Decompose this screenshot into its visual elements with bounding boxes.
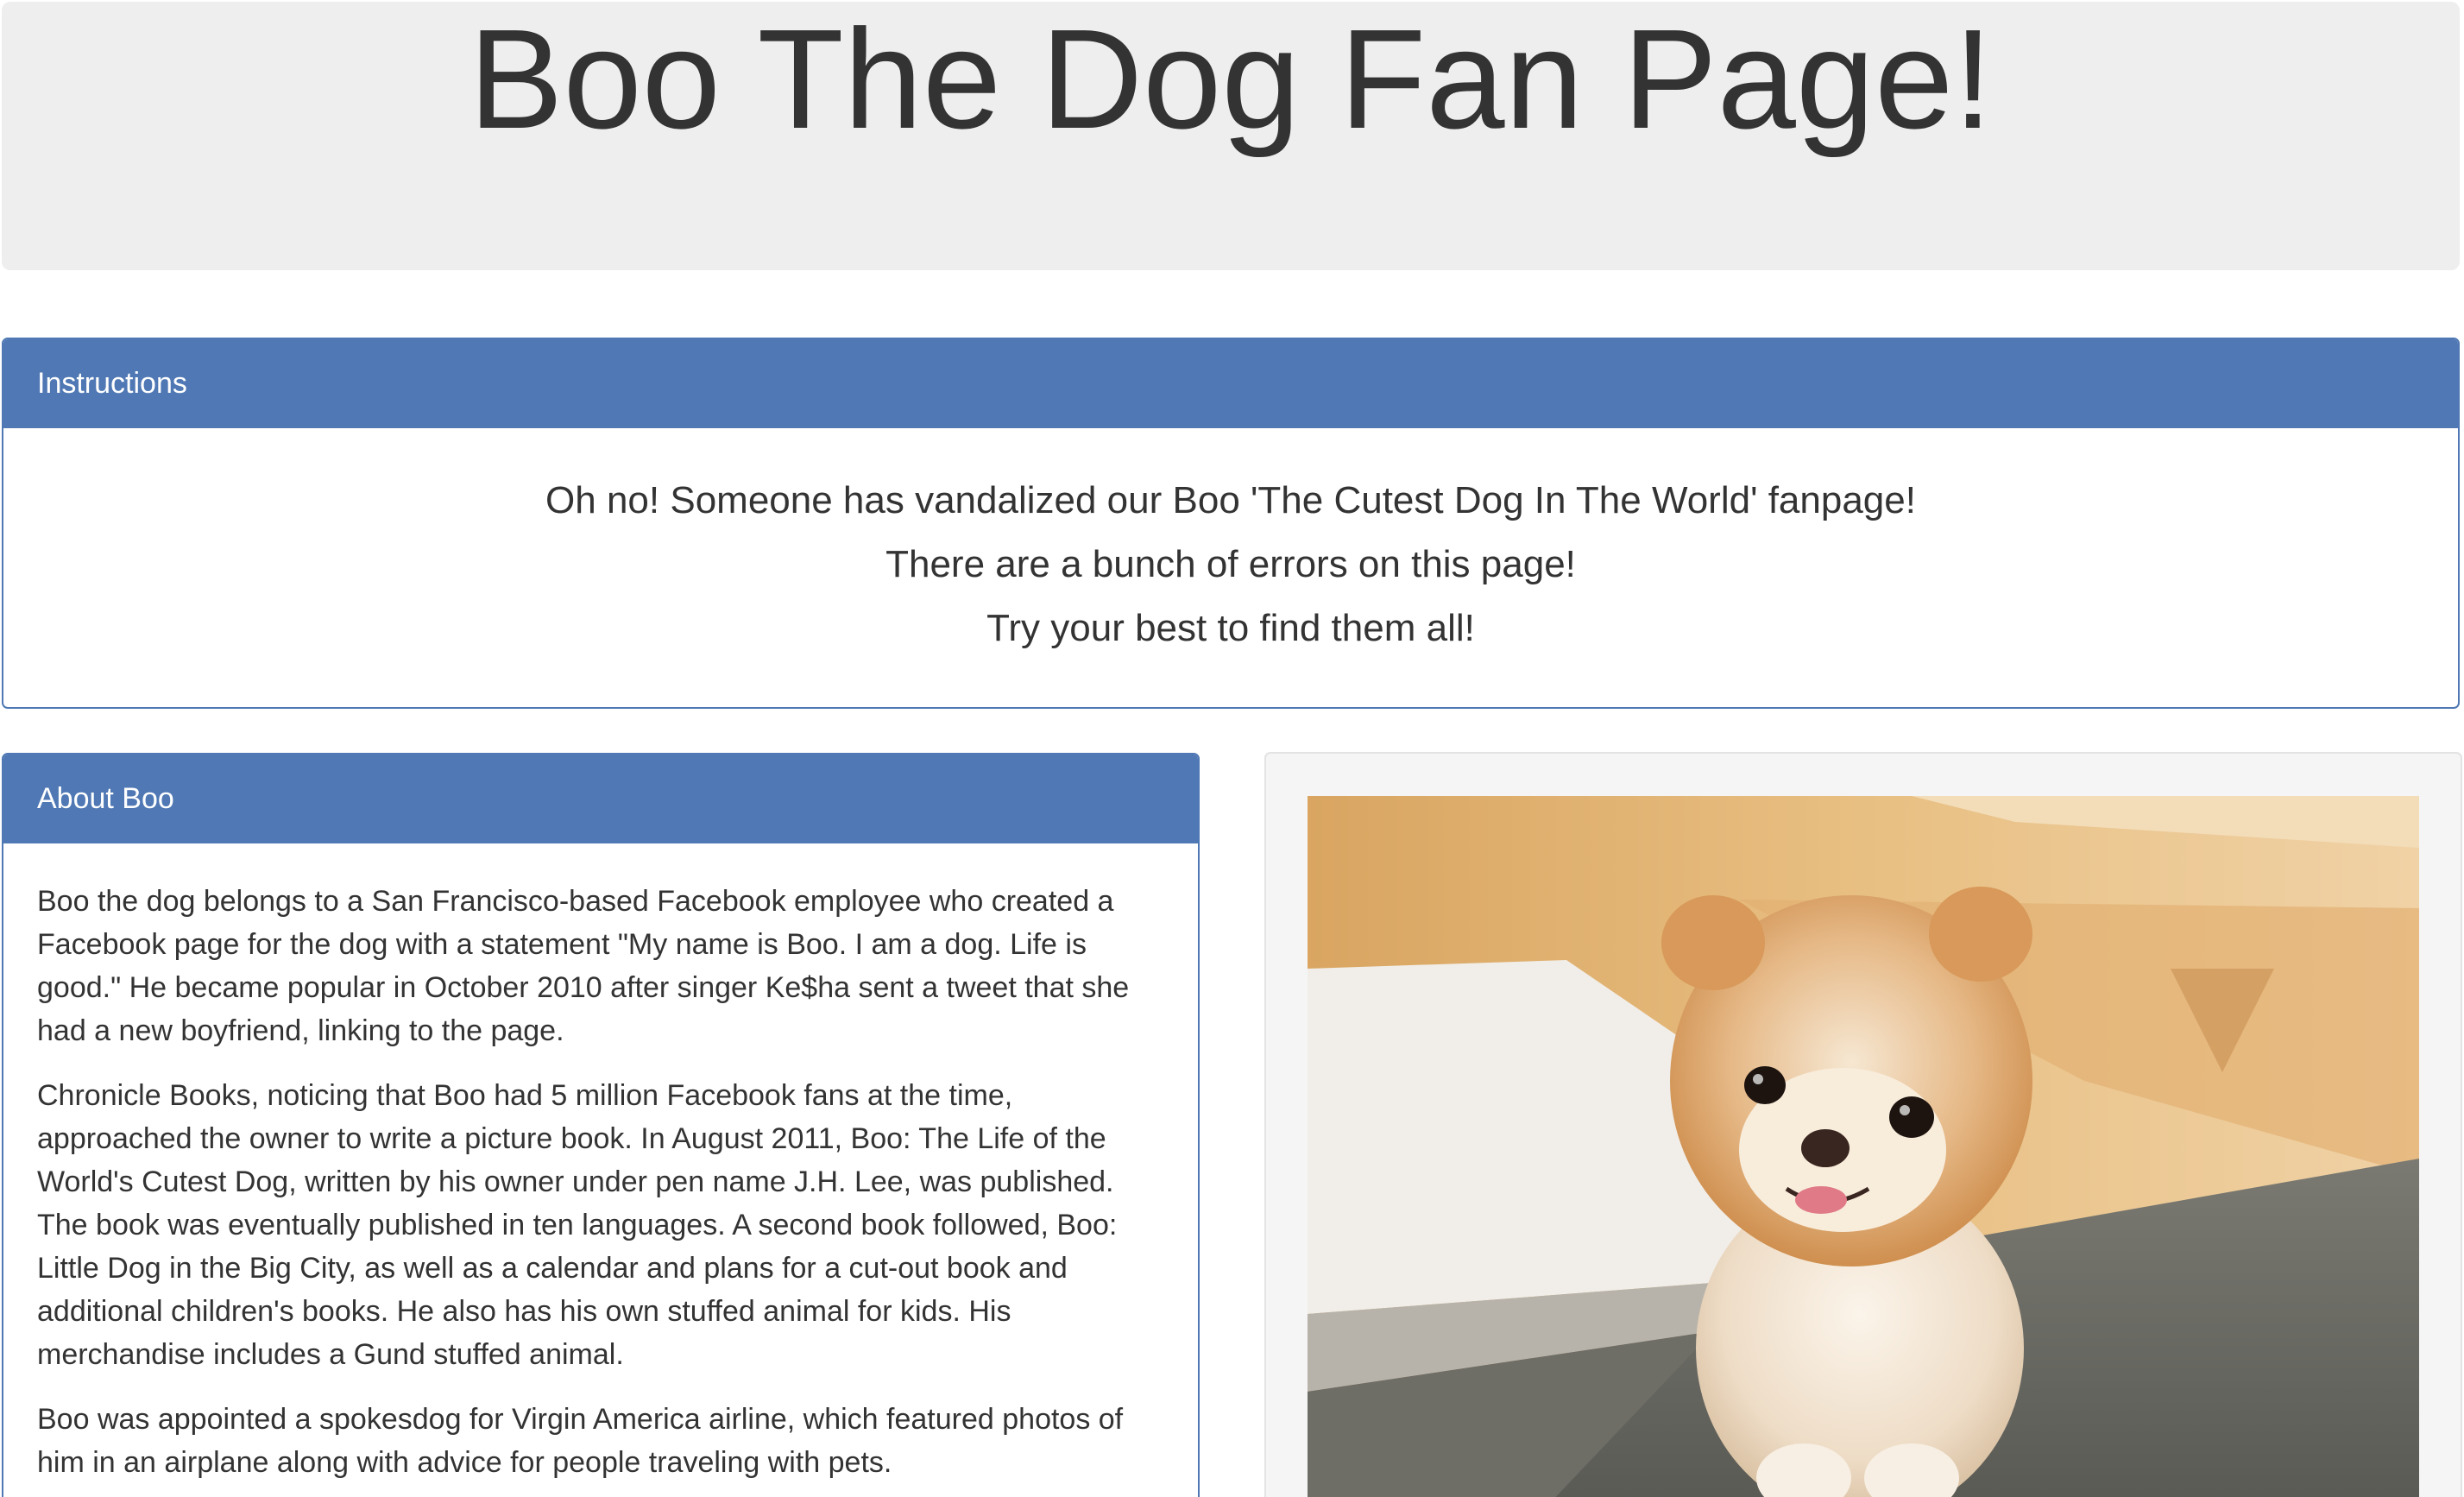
instructions-panel: Instructions Oh no! Someone has vandaliz…: [2, 338, 2460, 709]
about-panel: About Boo Boo the dog belongs to a San F…: [2, 753, 1200, 1497]
header-jumbotron: Boo The Dog Fan Page!: [2, 2, 2460, 270]
about-paragraph: Chronicle Books, noticing that Boo had 5…: [37, 1079, 1118, 1371]
instructions-line: Oh no! Someone has vandalized our Boo 'T…: [545, 479, 1916, 521]
about-panel-heading: About Boo: [3, 755, 1198, 843]
instructions-line: Try your best to find them all!: [986, 607, 1475, 649]
page-title: Boo The Dog Fan Page!: [469, 0, 1993, 158]
dog-photo: [1308, 796, 2419, 1497]
instructions-panel-heading: Instructions: [3, 339, 2458, 428]
about-paragraph: Boo the dog belongs to a San Francisco-b…: [37, 885, 1130, 1047]
photo-well: [1264, 752, 2462, 1497]
about-panel-body: Boo the dog belongs to a San Francisco-b…: [3, 843, 1198, 1484]
dog-photo-image: [1308, 796, 2419, 1497]
instructions-line: There are a bunch of errors on this page…: [885, 543, 1576, 585]
instructions-panel-body: Oh no! Someone has vandalized our Boo 'T…: [3, 428, 2458, 660]
about-paragraph: Boo was appointed a spokesdog for Virgin…: [37, 1403, 1124, 1479]
page: Boo The Dog Fan Page! Instructions Oh no…: [0, 0, 2464, 1497]
